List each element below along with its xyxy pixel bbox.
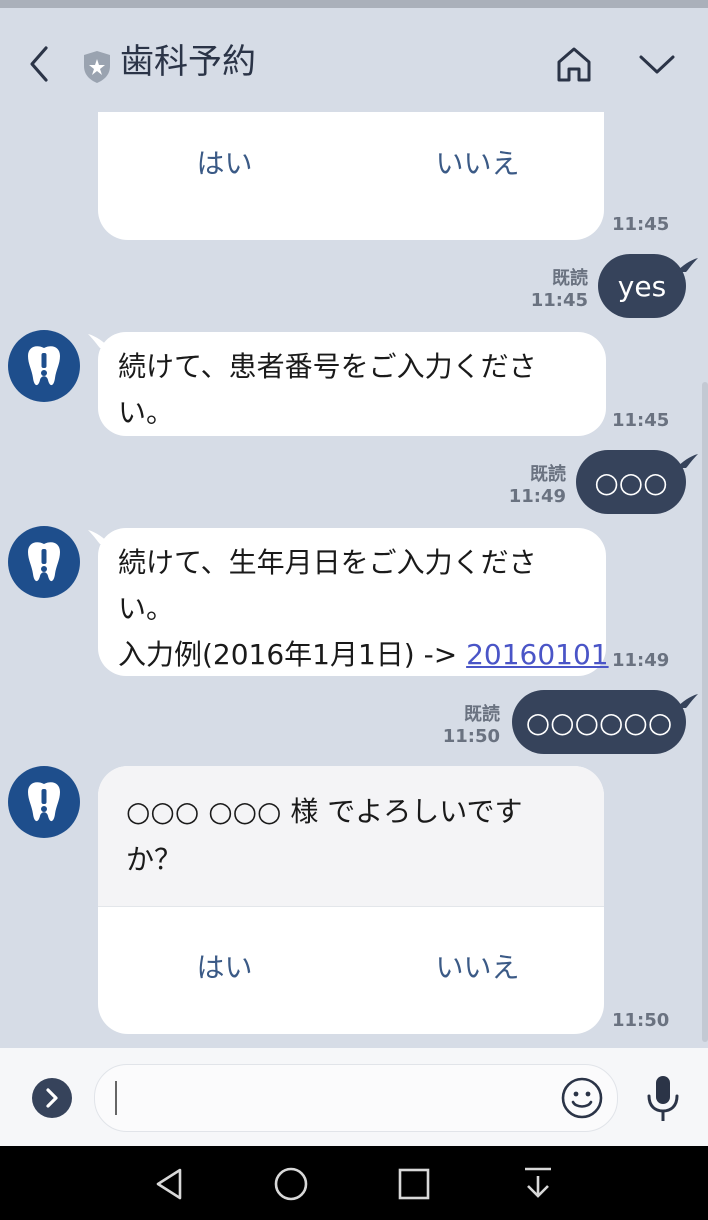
status-bar-strip: [0, 0, 708, 8]
bot-avatar[interactable]: [8, 526, 80, 598]
message-text: 続けて、患者番号をご入力くださ い。: [118, 344, 537, 436]
message-text: yes: [617, 269, 667, 303]
nav-back-icon[interactable]: [150, 1164, 190, 1204]
message-text: ○○○○○○: [525, 705, 673, 739]
yes-button[interactable]: はい: [98, 144, 351, 184]
message-time: 11:50: [442, 726, 500, 747]
nav-recents-icon[interactable]: [394, 1164, 434, 1204]
read-receipt: 既読: [530, 464, 566, 485]
bot-avatar[interactable]: [8, 330, 80, 402]
message-time: 11:45: [530, 290, 588, 311]
shield-star-icon: [82, 50, 112, 84]
confirm-text: ○○○ ○○○ 様 でよろしいです か？: [126, 788, 576, 884]
message-input[interactable]: [94, 1064, 618, 1132]
chevron-down-icon[interactable]: [636, 46, 678, 82]
back-icon[interactable]: [22, 44, 56, 84]
incoming-message: 続けて、生年月日をご入力くださ い。 入力例(2016年1月1日) -> 201…: [98, 528, 609, 678]
message-text: 続けて、生年月日をご入力くださ い。 入力例(2016年1月1日) -> 201…: [118, 540, 609, 678]
chat-area[interactable]: はい いいえ 11:45 既読 11:45 yes 続けて、患者番号をご入力くだ…: [0, 112, 708, 1048]
bot-avatar[interactable]: [8, 766, 80, 838]
no-button[interactable]: いいえ: [351, 144, 604, 184]
home-icon[interactable]: [552, 42, 596, 86]
message-line: い。: [118, 396, 175, 429]
chat-header: 歯科予約: [0, 8, 708, 112]
read-receipt: 既読: [552, 268, 588, 289]
message-line: か？: [126, 843, 183, 876]
message-line: 続けて、患者番号をご入力くださ: [118, 350, 537, 383]
message-text: ○○○: [594, 465, 668, 499]
outgoing-message: ○○○: [576, 450, 686, 514]
message-time: 11:50: [612, 1010, 670, 1031]
message-line: 続けて、生年月日をご入力くださ: [118, 546, 537, 579]
message-time: 11:45: [612, 214, 670, 235]
yes-button[interactable]: はい: [98, 948, 351, 988]
nav-notifications-icon[interactable]: [518, 1164, 558, 1204]
message-line: 入力例(2016年1月1日) -> 20160101: [118, 632, 609, 678]
card-divider: [98, 906, 604, 907]
chat-title: 歯科予約: [120, 42, 256, 82]
confirm-card-body: ○○○ ○○○ 様 でよろしいです か？: [98, 766, 604, 906]
bubble-tail: [676, 454, 698, 468]
confirm-card-previous: はい いいえ: [98, 112, 604, 240]
no-button[interactable]: いいえ: [351, 948, 604, 988]
input-bar: [0, 1048, 708, 1146]
confirm-card: ○○○ ○○○ 様 でよろしいです か？ はい いいえ: [98, 766, 604, 1034]
system-nav-bar: [0, 1146, 708, 1220]
date-link[interactable]: 20160101: [466, 638, 609, 671]
example-label: 入力例(2016年1月1日) ->: [118, 638, 467, 671]
message-line: ○○○ ○○○ 様 でよろしいです: [126, 795, 523, 828]
microphone-icon[interactable]: [644, 1074, 682, 1124]
message-time: 11:49: [612, 650, 670, 671]
read-receipt: 既読: [464, 704, 500, 725]
emoji-icon[interactable]: [561, 1077, 603, 1119]
message-time: 11:45: [612, 410, 670, 431]
message-time: 11:49: [508, 486, 566, 507]
outgoing-message: ○○○○○○: [512, 690, 686, 754]
scrollbar[interactable]: [702, 382, 708, 1042]
text-caret: [115, 1081, 117, 1115]
nav-home-icon[interactable]: [271, 1164, 311, 1204]
bubble-tail: [676, 694, 698, 708]
outgoing-message: yes: [598, 254, 686, 318]
incoming-message: 続けて、患者番号をご入力くださ い。: [98, 332, 606, 436]
bubble-tail: [676, 258, 698, 272]
message-line: い。: [118, 592, 175, 625]
menu-toggle-icon[interactable]: [32, 1078, 72, 1118]
